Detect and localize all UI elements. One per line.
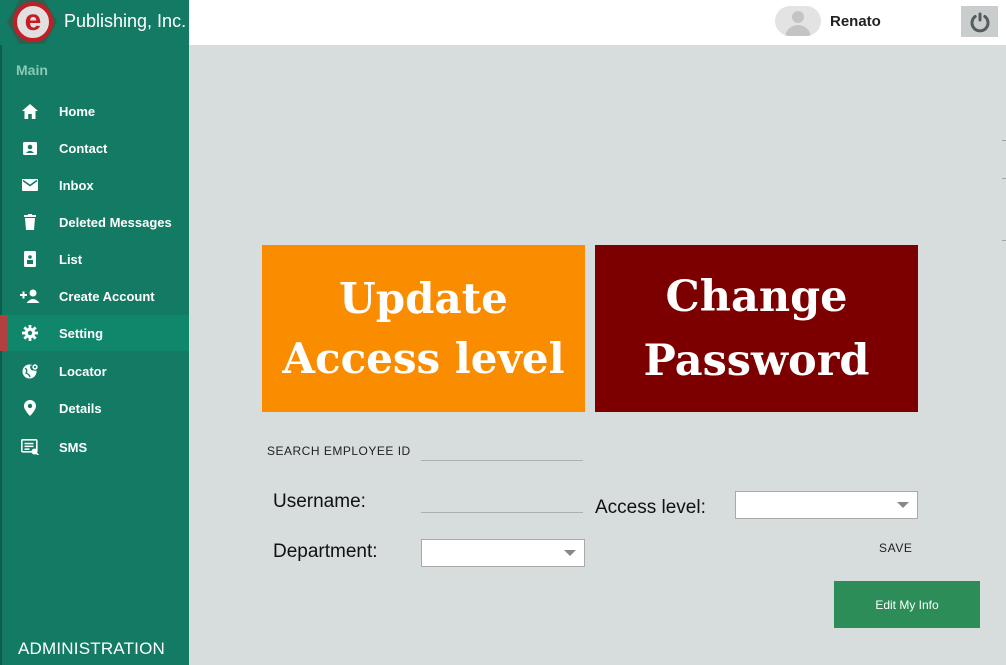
sidebar-item-label: Contact [59, 140, 108, 156]
sidebar-item-label: Locator [59, 363, 107, 379]
username-label: Username: [273, 491, 366, 512]
sidebar-item-contact[interactable]: Contact [0, 130, 189, 166]
logo-badge: e [13, 2, 53, 42]
logo-letter: e [24, 3, 42, 37]
search-employee-id-input[interactable] [421, 442, 583, 461]
sidebar-footer-title: ADMINISTRATION [18, 639, 165, 658]
update-access-level-tile[interactable]: Update Access level [262, 245, 585, 412]
tile-line: Change [665, 271, 848, 322]
sidebar-item-create-account[interactable]: Create Account [0, 278, 189, 314]
power-icon [970, 12, 989, 32]
sidebar-item-label: Setting [59, 325, 104, 341]
sidebar-item-setting[interactable]: Setting [0, 315, 189, 351]
access-level-label: Access level: [595, 497, 706, 518]
contact-card-icon [20, 139, 40, 157]
sidebar-item-label: Inbox [59, 177, 94, 193]
home-icon [20, 102, 40, 120]
sidebar-item-list[interactable]: List [0, 241, 189, 277]
map-pin-icon [20, 399, 40, 417]
add-user-icon [20, 287, 40, 305]
sidebar-item-details[interactable]: Details [0, 390, 189, 426]
sidebar-item-label: Deleted Messages [59, 214, 172, 230]
chevron-down-icon [564, 550, 576, 556]
trash-icon [20, 213, 40, 231]
sidebar-item-label: Details [59, 400, 102, 416]
sidebar-item-home[interactable]: Home [0, 93, 189, 129]
save-button[interactable]: SAVE [879, 541, 913, 555]
sidebar-item-label: SMS [59, 439, 88, 455]
avatar-body [785, 25, 811, 36]
access-level-select[interactable] [735, 491, 918, 519]
edit-my-info-button[interactable]: Edit My Info [834, 581, 980, 628]
avatar[interactable] [775, 6, 821, 36]
sidebar-item-locator[interactable]: Locator [0, 353, 189, 389]
edge-mark [1002, 140, 1006, 141]
edit-my-info-label: Edit My Info [875, 597, 939, 612]
tile-line: Password [643, 335, 870, 386]
sidebar-item-sms[interactable]: SMS [0, 429, 189, 465]
sms-icon [20, 438, 40, 456]
sidebar-item-label: Home [59, 103, 96, 119]
gear-icon [20, 324, 40, 342]
sidebar-item-deleted-messages[interactable]: Deleted Messages [0, 204, 189, 240]
sidebar-item-inbox[interactable]: Inbox [0, 167, 189, 203]
tile-line: Access level [282, 333, 565, 383]
user-name[interactable]: Renato [830, 13, 881, 30]
top-bar [189, 0, 1006, 45]
sidebar: e Publishing, Inc. Main Home Contact Inb… [0, 0, 189, 665]
chevron-down-icon [897, 502, 909, 508]
tile-line: Update [339, 273, 508, 323]
sidebar-item-label: List [59, 251, 83, 267]
edge-mark [1002, 240, 1006, 241]
department-select[interactable] [421, 539, 585, 567]
edge-mark [1002, 178, 1006, 179]
section-title-main: Main [16, 62, 48, 78]
department-label: Department: [273, 541, 378, 562]
brand: e Publishing, Inc. [0, 0, 189, 45]
username-input[interactable] [421, 494, 583, 513]
sidebar-item-label: Create Account [59, 288, 155, 304]
search-employee-id-label: SEARCH EMPLOYEE ID [267, 444, 411, 458]
globe-pin-icon [20, 362, 40, 380]
brand-name: Publishing, Inc. [64, 11, 187, 31]
change-password-tile[interactable]: Change Password [595, 245, 918, 412]
mail-icon [20, 176, 40, 194]
list-badge-icon [20, 250, 40, 268]
power-button[interactable] [961, 6, 998, 37]
avatar-head [792, 11, 804, 23]
